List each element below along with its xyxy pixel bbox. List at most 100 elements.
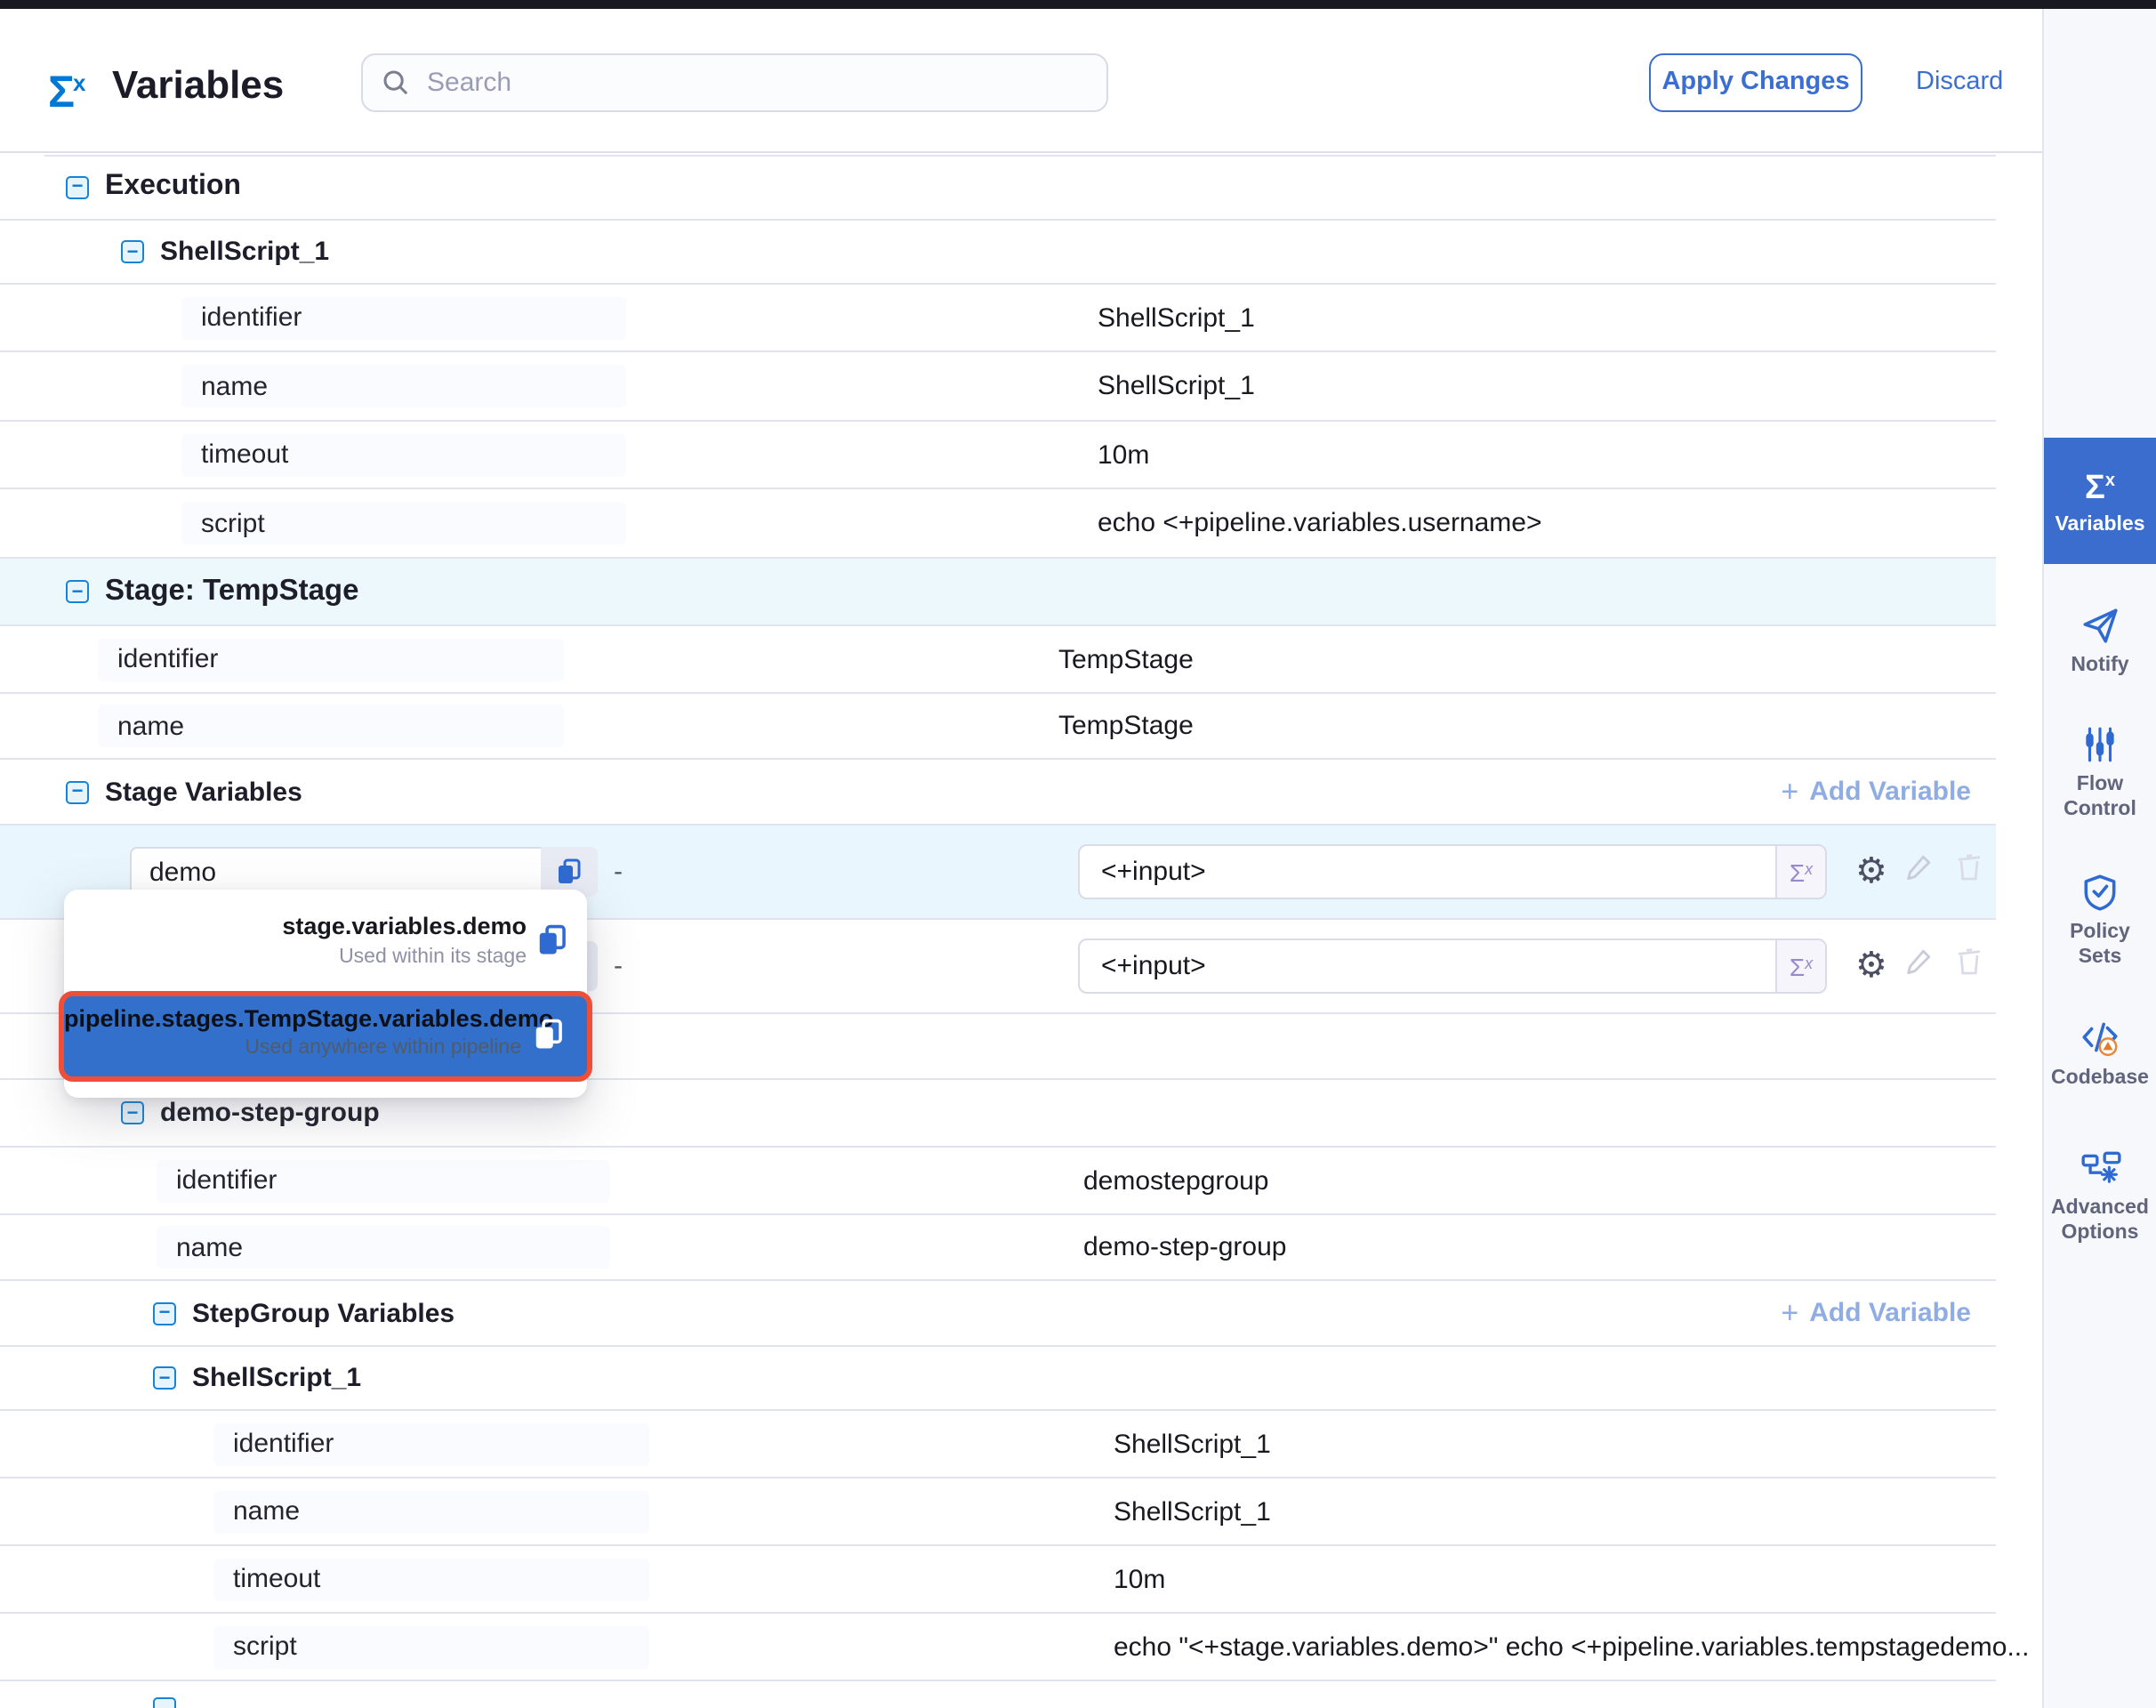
expression-scope-text: Used within its stage bbox=[78, 947, 573, 968]
collapse-icon[interactable]: − bbox=[66, 580, 89, 603]
rail-tab-label: Codebase bbox=[2047, 1067, 2152, 1091]
section-execution: − Execution bbox=[0, 155, 1996, 221]
advanced-options-flow-gear-icon bbox=[2079, 1148, 2121, 1188]
edit-pencil-icon[interactable] bbox=[1903, 852, 1934, 891]
expression-toggle[interactable]: Σx bbox=[1775, 846, 1825, 898]
settings-gear-icon[interactable]: ⚙ bbox=[1855, 948, 1887, 984]
section-stepgroup-variables: − StepGroup Variables + Add Variable bbox=[0, 1281, 1996, 1347]
expression-option-pipeline-scope-selected[interactable]: pipeline.stages.TempStage.variables.demo… bbox=[59, 991, 592, 1082]
field-value: echo "<+stage.variables.demo>" echo <+pi… bbox=[1114, 1631, 2029, 1662]
section-stage-tempstage: − Stage: TempStage bbox=[0, 559, 1996, 626]
section-label: Stage Variables bbox=[105, 777, 302, 807]
field-value: echo <+pipeline.variables.username> bbox=[1098, 508, 1542, 538]
field-label-pill: identifier bbox=[157, 1159, 610, 1202]
variable-value-input[interactable] bbox=[1080, 846, 1775, 898]
expression-option-stage-scope[interactable]: stage.variables.demo Used within its sta… bbox=[78, 900, 573, 986]
copy-icon bbox=[555, 858, 583, 886]
rail-tab-label: Policy Sets bbox=[2044, 922, 2156, 970]
field-label-pill: script bbox=[213, 1625, 649, 1668]
edit-pencil-icon[interactable] bbox=[1903, 947, 1934, 986]
field-row: name TempStage bbox=[0, 694, 1996, 760]
rail-tab-notify[interactable]: Notify bbox=[2044, 593, 2156, 689]
field-value: ShellScript_1 bbox=[1114, 1496, 1271, 1527]
field-value: 10m bbox=[1114, 1564, 1165, 1594]
collapse-icon[interactable]: − bbox=[121, 240, 144, 263]
expression-toggle[interactable]: Σx bbox=[1775, 940, 1825, 992]
field-row: name ShellScript_1 bbox=[0, 1478, 1996, 1546]
section-label: ShellScript_1 bbox=[160, 237, 329, 267]
add-variable-button[interactable]: + Add Variable bbox=[1781, 1298, 1971, 1328]
field-label-pill: identifier bbox=[98, 638, 564, 681]
collapse-icon[interactable]: − bbox=[153, 1301, 176, 1325]
field-row: timeout 10m bbox=[0, 422, 1996, 489]
field-value: ShellScript_1 bbox=[1098, 371, 1255, 401]
delete-trash-icon[interactable] bbox=[1955, 947, 1983, 986]
field-value: TempStage bbox=[1058, 711, 1194, 741]
field-value: 10m bbox=[1098, 439, 1149, 470]
rail-tab-label: Flow Control bbox=[2044, 774, 2156, 822]
field-row: name demo-step-group bbox=[0, 1215, 1996, 1281]
collapse-icon[interactable]: − bbox=[66, 175, 89, 198]
field-value: demostepgroup bbox=[1083, 1165, 1269, 1196]
plus-icon: + bbox=[1781, 1300, 1798, 1326]
flow-control-sliders-icon bbox=[2080, 724, 2120, 765]
delete-trash-icon[interactable] bbox=[1955, 852, 1983, 891]
add-variable-label: Add Variable bbox=[1809, 1298, 1971, 1328]
rail-tab-label: Notify bbox=[2067, 654, 2132, 678]
field-label-pill: identifier bbox=[213, 1422, 649, 1465]
codebase-code-warning-icon bbox=[2080, 1017, 2120, 1058]
field-row: identifier ShellScript_1 bbox=[0, 285, 1996, 352]
section-label: Stage: TempStage bbox=[105, 575, 358, 608]
field-row: name ShellScript_1 bbox=[0, 352, 1996, 422]
collapse-icon[interactable]: − bbox=[66, 780, 89, 803]
rail-tab-flow-control[interactable]: Flow Control bbox=[2044, 720, 2156, 826]
section-shellscript-1: − ShellScript_1 bbox=[0, 221, 1996, 285]
section-shellscript-1-group: − ShellScript_1 bbox=[0, 1347, 1996, 1411]
variable-value-input[interactable] bbox=[1080, 940, 1775, 992]
field-label-pill: timeout bbox=[181, 433, 626, 476]
field-value: ShellScript_1 bbox=[1114, 1429, 1271, 1459]
required-dash: - bbox=[614, 951, 623, 981]
field-row: timeout 10m bbox=[0, 1546, 1996, 1614]
settings-gear-icon[interactable]: ⚙ bbox=[1855, 854, 1887, 890]
section-stage-variables: − Stage Variables + Add Variable bbox=[0, 760, 1996, 826]
field-label-pill: name bbox=[213, 1490, 649, 1533]
add-variable-label: Add Variable bbox=[1809, 777, 1971, 807]
collapse-icon[interactable]: − bbox=[153, 1366, 176, 1390]
field-row: script echo "<+stage.variables.demo>" ec… bbox=[0, 1614, 1996, 1681]
copy-button[interactable] bbox=[535, 923, 569, 966]
variables-sigma-icon: Σx bbox=[2085, 463, 2115, 504]
field-label-pill: name bbox=[181, 365, 626, 407]
required-dash: - bbox=[614, 857, 623, 887]
variables-table: − Execution − ShellScript_1 identifier S… bbox=[0, 0, 1996, 1708]
rail-tab-advanced-options[interactable]: Advanced Options bbox=[2044, 1141, 2156, 1252]
field-label-pill: name bbox=[98, 705, 564, 747]
copy-icon bbox=[532, 1018, 566, 1051]
rail-tab-codebase[interactable]: Codebase bbox=[2044, 1008, 2156, 1100]
collapse-icon-partial bbox=[153, 1697, 176, 1708]
expression-text: pipeline.stages.TempStage.variables.demo bbox=[64, 1005, 587, 1032]
notify-paper-plane-icon bbox=[2080, 604, 2120, 645]
field-value: TempStage bbox=[1058, 644, 1194, 674]
section-label: StepGroup Variables bbox=[192, 1298, 455, 1328]
variable-value-field: Σx bbox=[1078, 844, 1827, 899]
field-row: identifier TempStage bbox=[0, 626, 1996, 694]
field-row: script echo <+pipeline.variables.usernam… bbox=[0, 489, 1996, 559]
policy-shield-check-icon bbox=[2080, 872, 2120, 913]
expression-text: stage.variables.demo bbox=[78, 913, 573, 939]
field-label-pill: script bbox=[181, 502, 626, 544]
plus-icon: + bbox=[1781, 778, 1798, 805]
section-label: demo-step-group bbox=[160, 1098, 380, 1128]
rail-tab-policy-sets[interactable]: Policy Sets bbox=[2044, 862, 2156, 979]
field-row: identifier ShellScript_1 bbox=[0, 1411, 1996, 1478]
copy-icon bbox=[535, 923, 569, 957]
rail-tab-label: Variables bbox=[2051, 513, 2148, 537]
copy-button[interactable] bbox=[532, 1018, 566, 1060]
collapse-icon[interactable]: − bbox=[121, 1101, 144, 1124]
variable-value-field: Σx bbox=[1078, 939, 1827, 994]
field-label-pill: identifier bbox=[181, 296, 626, 339]
add-variable-button[interactable]: + Add Variable bbox=[1781, 777, 1971, 807]
variables-panel: Σx Variables Apply Changes Discard − Exe… bbox=[0, 0, 2156, 1708]
rail-tab-variables[interactable]: Σx Variables bbox=[2044, 438, 2156, 564]
section-label: Execution bbox=[105, 171, 241, 203]
